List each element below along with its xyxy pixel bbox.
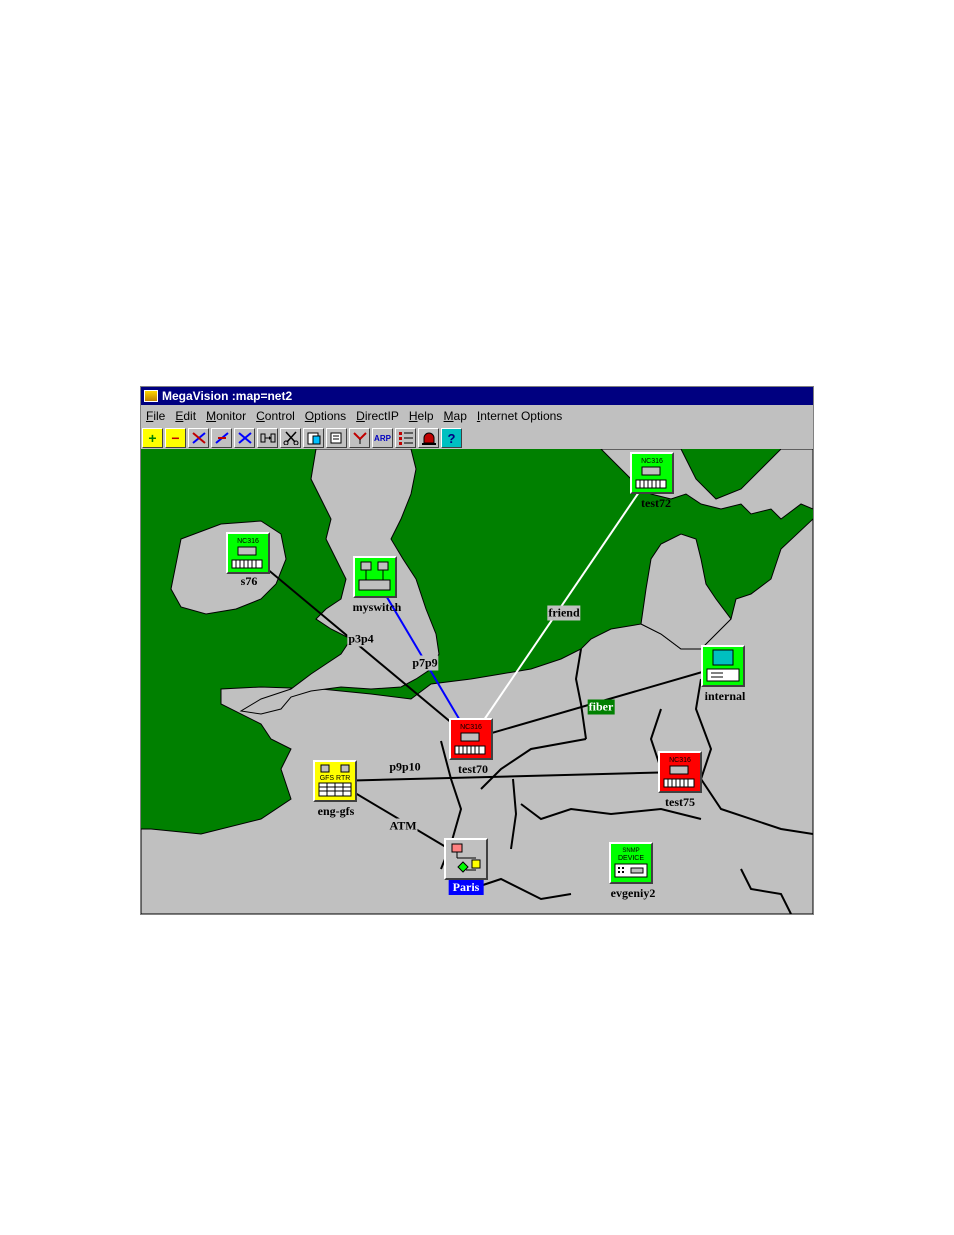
alarm-icon (421, 432, 436, 445)
link-label-p7p9[interactable]: p7p9 (411, 655, 439, 671)
app-icon (144, 390, 158, 402)
node-label: test72 (641, 496, 671, 510)
help-icon: ? (447, 430, 456, 446)
node-label: evgeniy2 (610, 886, 656, 900)
link-label-friend[interactable]: friend (547, 605, 581, 621)
hub-icon: NC316 (226, 532, 270, 574)
menu-monitor[interactable]: Monitor (201, 409, 251, 423)
menu-internet-options[interactable]: Internet Options (472, 409, 567, 423)
arp-button[interactable]: ARP (372, 428, 393, 448)
link-button[interactable] (188, 428, 209, 448)
menu-control[interactable]: Control (251, 409, 300, 423)
node-label: myswitch (352, 600, 402, 614)
hub-icon: NC316 (630, 452, 674, 494)
node-badge: NC316 (237, 538, 259, 545)
cut-link-button[interactable] (234, 428, 255, 448)
add-node-button[interactable]: + (142, 428, 163, 448)
toolbar: + − ARP ? (141, 427, 813, 449)
remove-node-button[interactable]: − (165, 428, 186, 448)
list-button[interactable] (395, 428, 416, 448)
goto-icon (260, 433, 275, 443)
link-label-p3p4[interactable]: p3p4 (347, 631, 375, 647)
node-label: eng-gfs (317, 804, 355, 818)
node-label: test70 (458, 762, 488, 776)
goto-button[interactable] (257, 428, 278, 448)
cut-button[interactable] (280, 428, 301, 448)
node-badge-line1: SNMP (622, 848, 639, 854)
node-badge: NC316 (460, 724, 482, 731)
clipboard-icon (307, 432, 320, 445)
router-icon: GFS RTR (313, 760, 357, 802)
menu-options[interactable]: Options (300, 409, 351, 423)
node-badge: NC316 (641, 458, 663, 465)
filter-icon (352, 432, 367, 444)
node-label: test75 (665, 795, 695, 809)
hub-icon: NC316 (449, 718, 493, 760)
link-label-fiber[interactable]: fiber (587, 699, 615, 715)
menu-edit[interactable]: Edit (170, 409, 201, 423)
cut-link-icon (237, 432, 252, 444)
alarm-button[interactable] (418, 428, 439, 448)
menu-map[interactable]: Map (439, 409, 472, 423)
list-icon (398, 432, 413, 445)
scissors-icon (283, 431, 298, 445)
link-label-atm[interactable]: ATM (388, 818, 418, 834)
edit-button[interactable] (326, 428, 347, 448)
arp-icon: ARP (374, 433, 391, 443)
node-label: s76 (240, 574, 258, 588)
window-title: MegaVision :map=net2 (162, 389, 293, 403)
add-icon: + (148, 430, 157, 446)
node-label: internal (704, 689, 746, 703)
menu-help[interactable]: Help (404, 409, 439, 423)
filter-button[interactable] (349, 428, 370, 448)
server-icon (701, 645, 745, 687)
unlink-icon (214, 432, 229, 444)
title-bar[interactable]: MegaVision :map=net2 (141, 387, 813, 405)
link-label-p9p10[interactable]: p9p10 (388, 759, 422, 775)
node-label: Paris (448, 880, 484, 895)
node-badge: NC316 (669, 757, 691, 764)
paste-button[interactable] (303, 428, 324, 448)
help-button[interactable]: ? (441, 428, 462, 448)
menu-file[interactable]: File (141, 409, 170, 423)
node-badge: GFS RTR (320, 775, 351, 782)
link-icon (191, 432, 206, 444)
submap-icon (444, 838, 488, 880)
menu-bar: File Edit Monitor Control Options Direct… (141, 406, 813, 426)
hub-icon: NC316 (658, 751, 702, 793)
edit-icon (330, 432, 341, 444)
snmp-device-icon: SNMP DEVICE (609, 842, 653, 884)
unlink-button[interactable] (211, 428, 232, 448)
switch-icon (353, 556, 397, 598)
remove-icon: − (171, 430, 180, 446)
link-p9p10[interactable] (334, 771, 681, 782)
map-canvas[interactable]: p3p4 p7p9 friend fiber p9p10 ATM NC316 s… (141, 449, 813, 914)
megavision-window: MegaVision :map=net2 File Edit Monitor C… (140, 386, 814, 915)
node-badge-line2: DEVICE (618, 855, 644, 862)
menu-directip[interactable]: DirectIP (351, 409, 404, 423)
